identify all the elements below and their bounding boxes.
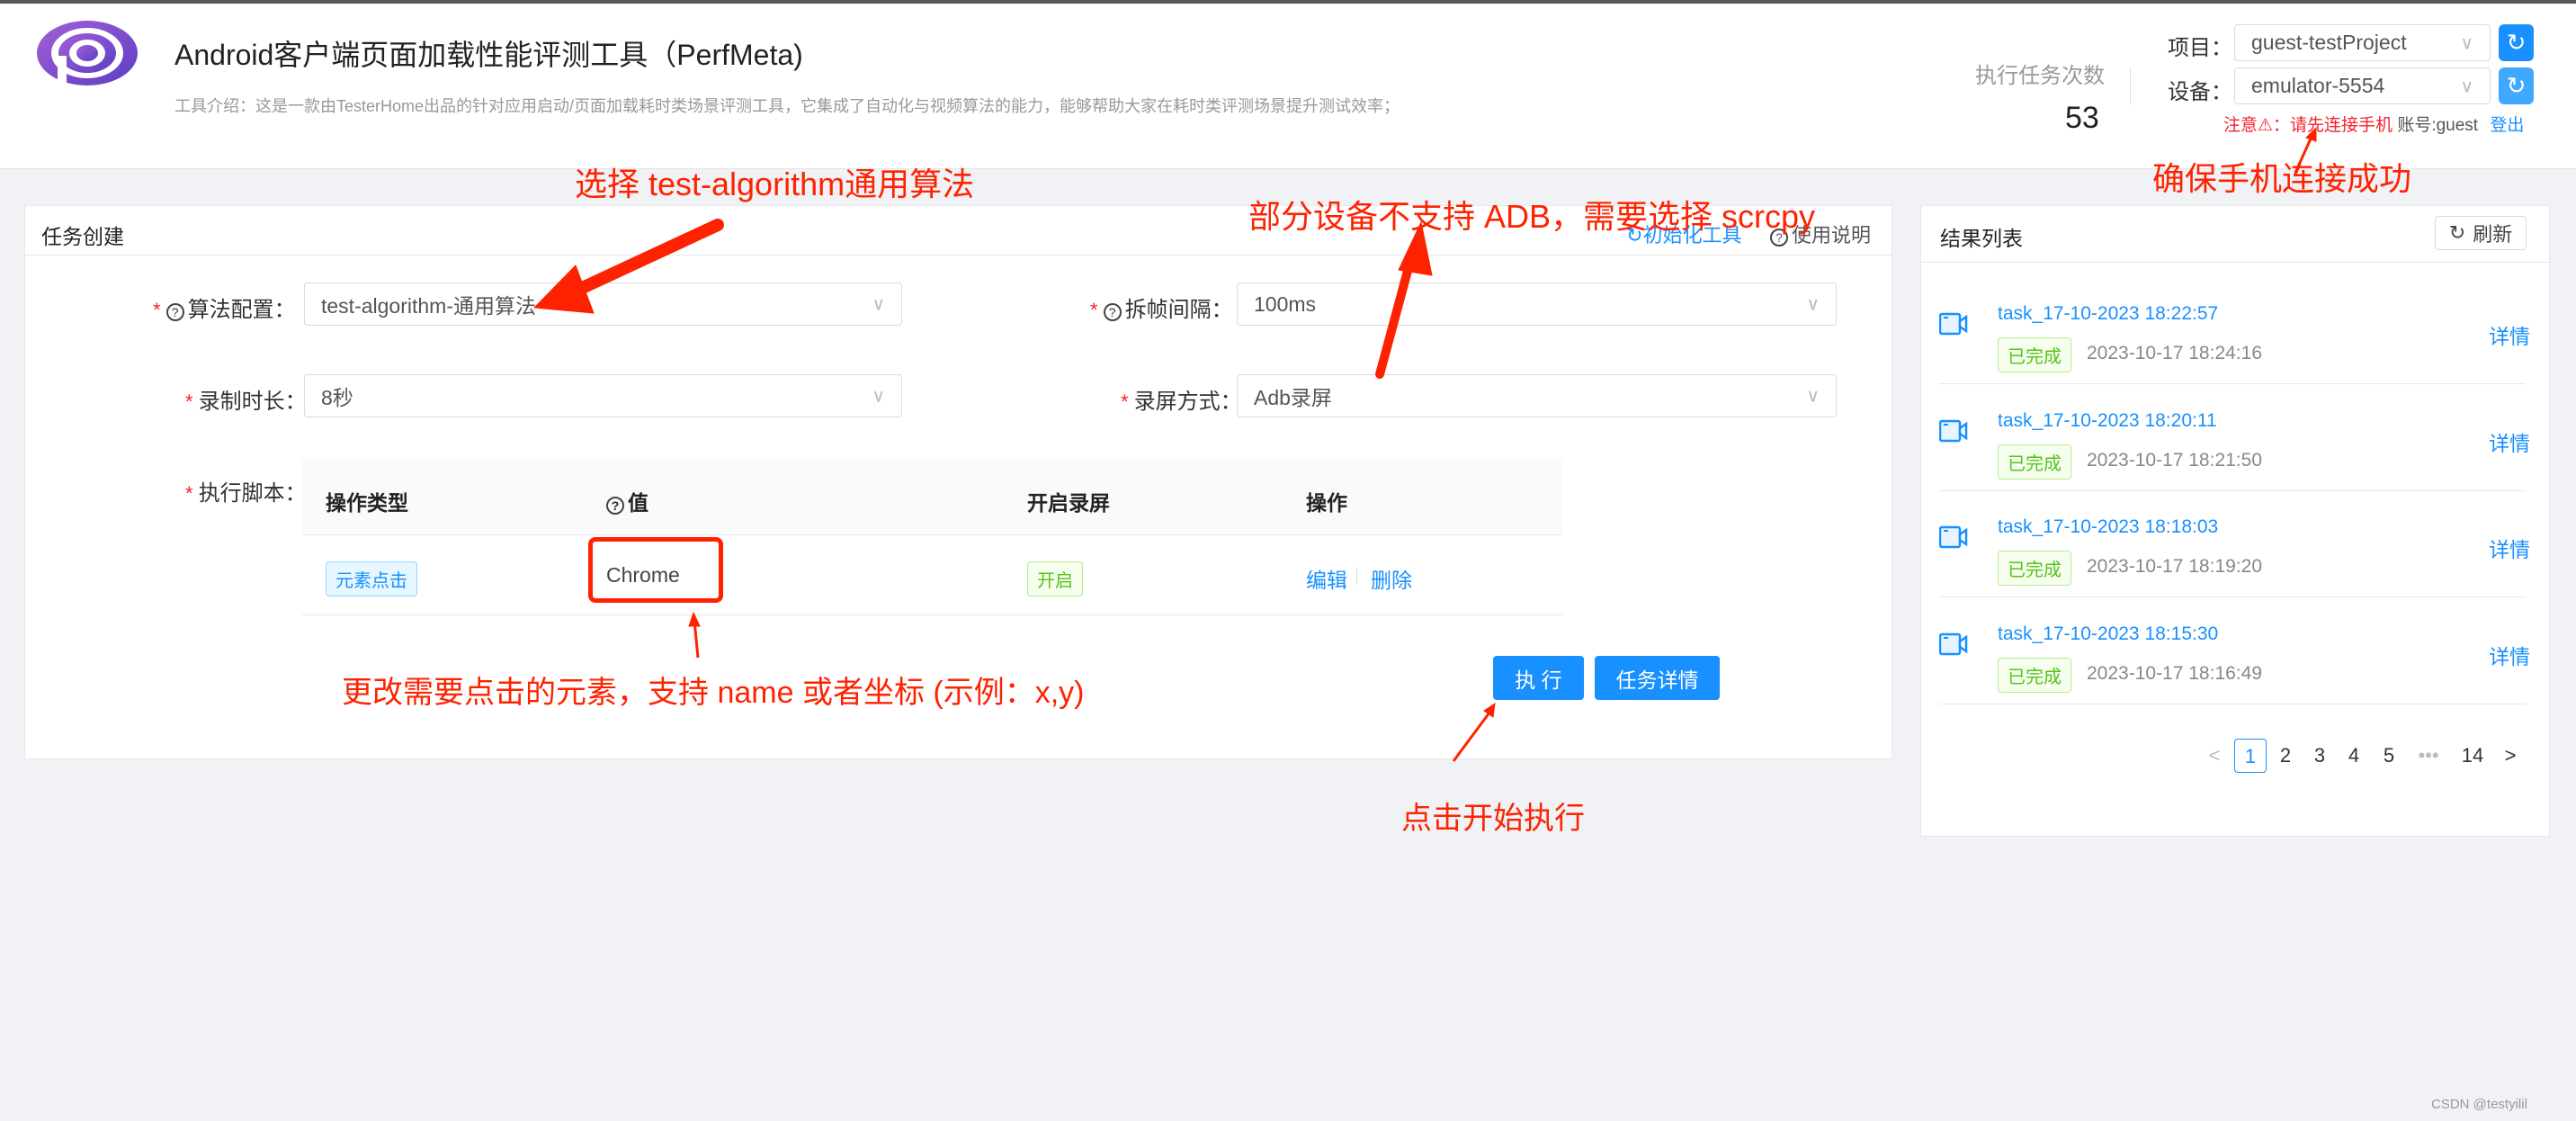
arrow-head-icon — [1398, 220, 1433, 276]
arrow-head-icon — [2305, 126, 2317, 142]
arrow-icon — [1452, 712, 1491, 762]
arrow-head-icon — [688, 611, 701, 627]
annotation-arrows — [532, 126, 2317, 762]
arrow-icon — [2294, 136, 2313, 174]
arrow-head-icon — [1483, 702, 1496, 718]
arrow-icon — [1375, 256, 1415, 379]
arrow-head-icon — [532, 265, 595, 314]
arrow-icon — [560, 219, 724, 301]
